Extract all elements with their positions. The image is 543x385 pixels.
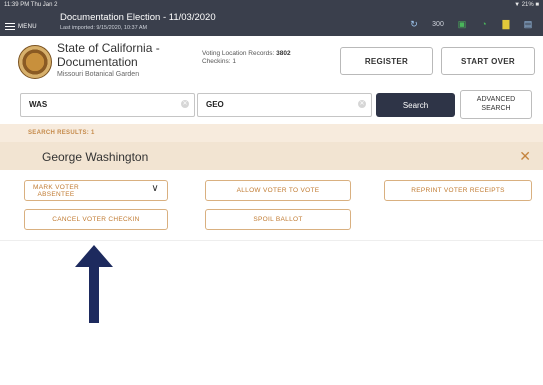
search-button[interactable]: Search xyxy=(376,93,455,117)
mark-voter-absentee-dropdown[interactable]: MARK VOTER ABSENTEE ∨ xyxy=(24,180,168,201)
advanced-search-button[interactable]: ADVANCED SEARCH xyxy=(460,90,532,119)
org-name-line1: State of California - xyxy=(57,41,160,55)
records-label: Voting Location Records: xyxy=(202,50,275,57)
menu-label: MENU xyxy=(18,23,37,30)
signal-icon[interactable]: ▇ xyxy=(499,18,513,30)
reprint-voter-receipts-button[interactable]: REPRINT VOTER RECEIPTS xyxy=(384,180,532,201)
cancel-voter-checkin-button[interactable]: CANCEL VOTER CHECKIN xyxy=(24,209,168,230)
records-summary: Voting Location Records: 3802 Checkins: … xyxy=(202,50,291,66)
menu-button[interactable]: MENU xyxy=(5,21,37,32)
advanced-search-line2: SEARCH xyxy=(481,105,511,112)
search-row: WAS ✕ GEO ✕ Search ADVANCED SEARCH xyxy=(0,84,543,125)
voter-actions-panel: MARK VOTER ABSENTEE ∨ ALLOW VOTER TO VOT… xyxy=(0,170,543,241)
mark-voter-line2: ABSENTEE xyxy=(37,190,75,198)
last-name-value: WAS xyxy=(29,100,48,109)
first-name-value: GEO xyxy=(206,100,224,109)
voter-result-row[interactable]: George Washington ✕ xyxy=(0,142,543,170)
up-arrow-icon xyxy=(75,245,113,323)
register-button[interactable]: REGISTER xyxy=(340,47,433,75)
checkins-label: Checkins: xyxy=(202,58,231,65)
location-header: State of California - Documentation Miss… xyxy=(0,36,543,85)
search-results-bar: SEARCH RESULTS: 1 xyxy=(0,124,543,142)
checkins-value: 1 xyxy=(232,58,236,65)
allow-voter-to-vote-button[interactable]: ALLOW VOTER TO VOTE xyxy=(205,180,351,201)
advanced-search-line1: ADVANCED xyxy=(476,96,516,103)
toolbar-count: 300 xyxy=(432,20,444,28)
spoil-ballot-button[interactable]: SPOIL BALLOT xyxy=(205,209,351,230)
wifi-icon[interactable]: ◔ xyxy=(477,18,491,30)
state-seal-logo xyxy=(18,45,52,79)
org-name-line2: Documentation xyxy=(57,55,138,69)
mark-voter-label: MARK VOTER ABSENTEE xyxy=(33,184,79,198)
location-name: Missouri Botanical Garden xyxy=(57,71,140,78)
records-value: 3802 xyxy=(276,50,291,57)
printer-icon[interactable]: ▤ xyxy=(521,18,535,30)
clear-icon[interactable]: ✕ xyxy=(181,100,189,108)
app-title: Documentation Election - 11/03/2020 xyxy=(60,12,216,23)
toolbar-icons: ↻ 300 ▣ ◔ ▇ ▤ xyxy=(407,18,535,30)
mark-voter-line1: MARK VOTER xyxy=(33,183,79,191)
close-icon[interactable]: ✕ xyxy=(519,148,531,165)
start-over-button[interactable]: START OVER xyxy=(441,47,535,75)
app-subtitle: Last imported: 9/15/2020, 10:37 AM xyxy=(60,25,148,31)
app-top-bar: 11:39 PM Thu Jan 2 ▼ 21% ■ MENU Document… xyxy=(0,0,543,36)
status-time: 11:39 PM Thu Jan 2 xyxy=(4,2,58,8)
first-name-field[interactable]: GEO ✕ xyxy=(197,93,372,117)
last-name-field[interactable]: WAS ✕ xyxy=(20,93,195,117)
search-results-count: SEARCH RESULTS: 1 xyxy=(28,130,95,136)
menu-icon xyxy=(5,21,15,32)
voter-name: George Washington xyxy=(42,150,149,164)
clear-icon[interactable]: ✕ xyxy=(358,100,366,108)
sync-icon[interactable]: ↻ xyxy=(407,18,421,30)
chevron-down-icon: ∨ xyxy=(151,183,159,194)
status-battery: ▼ 21% ■ xyxy=(514,2,539,8)
battery-icon[interactable]: ▣ xyxy=(455,18,469,30)
